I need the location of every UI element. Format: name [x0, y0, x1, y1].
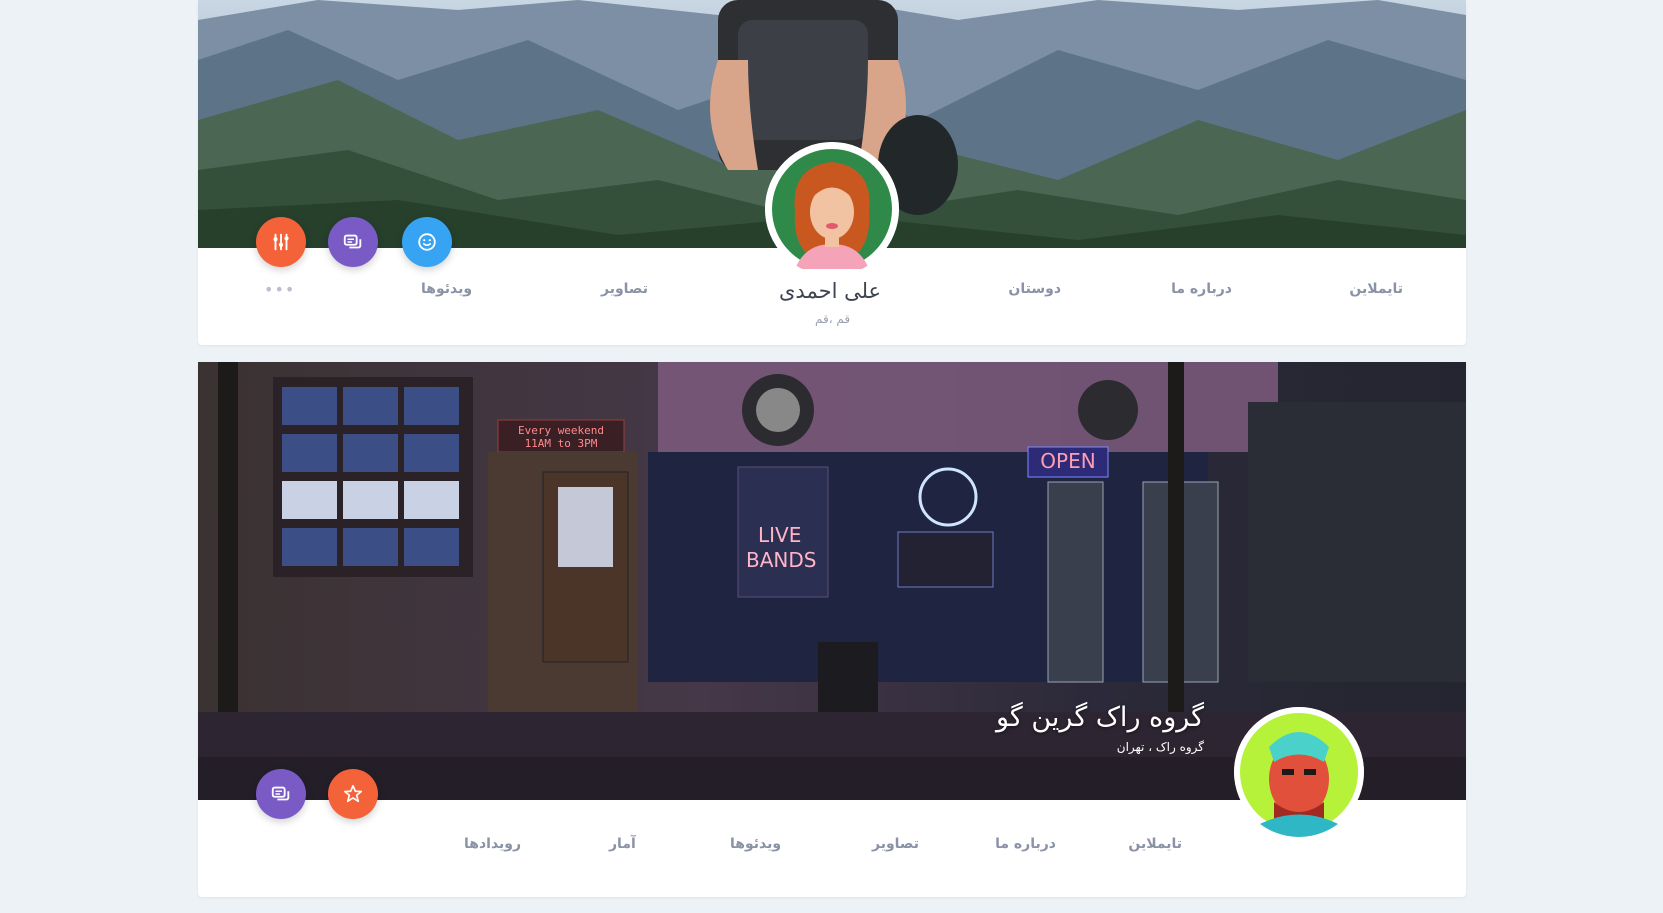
tab-events[interactable]: رویدادها [464, 836, 521, 852]
group-subtitle: گروه راک ، تهران [1116, 740, 1204, 754]
tab-photos[interactable]: تصاویر [872, 836, 919, 852]
profile-location: قم ،قم [815, 312, 851, 326]
tab-videos[interactable]: ویدئوها [421, 281, 472, 297]
marquee-line-1: Every weekend [518, 424, 604, 437]
group-name: گروه راک گرین گو [995, 702, 1204, 733]
tab-friends[interactable]: دوستان [1008, 281, 1061, 297]
tab-about[interactable]: درباره ما [995, 836, 1056, 852]
tab-photos[interactable]: تصاویر [601, 281, 648, 297]
tab-timeline[interactable]: تایملاین [1349, 281, 1403, 297]
tab-stats[interactable]: آمار [609, 836, 636, 852]
profile-tabs-bar: تایملاین درباره ما دوستان علی احمدی قم ،… [198, 248, 1466, 345]
profile-card: تایملاین درباره ما دوستان علی احمدی قم ،… [198, 0, 1466, 345]
marquee-line-2: 11AM to 3PM [525, 437, 598, 450]
more-options-button[interactable]: ••• [264, 280, 295, 299]
group-tabs-bar: تایملاین درباره ما تصاویر ویدئوها آمار ر… [198, 800, 1466, 897]
svg-text:BANDS: BANDS [746, 548, 816, 572]
tab-about[interactable]: درباره ما [1171, 281, 1232, 297]
group-card: Every weekend 11AM to 3PM LIVE BANDS OPE… [198, 362, 1466, 897]
live-bands-sign: LIVE [758, 523, 801, 547]
profile-name: علی احمدی [779, 279, 882, 303]
open-neon-sign: OPEN [1040, 449, 1095, 473]
tab-videos[interactable]: ویدئوها [730, 836, 781, 852]
tab-timeline[interactable]: تایملاین [1128, 836, 1182, 852]
